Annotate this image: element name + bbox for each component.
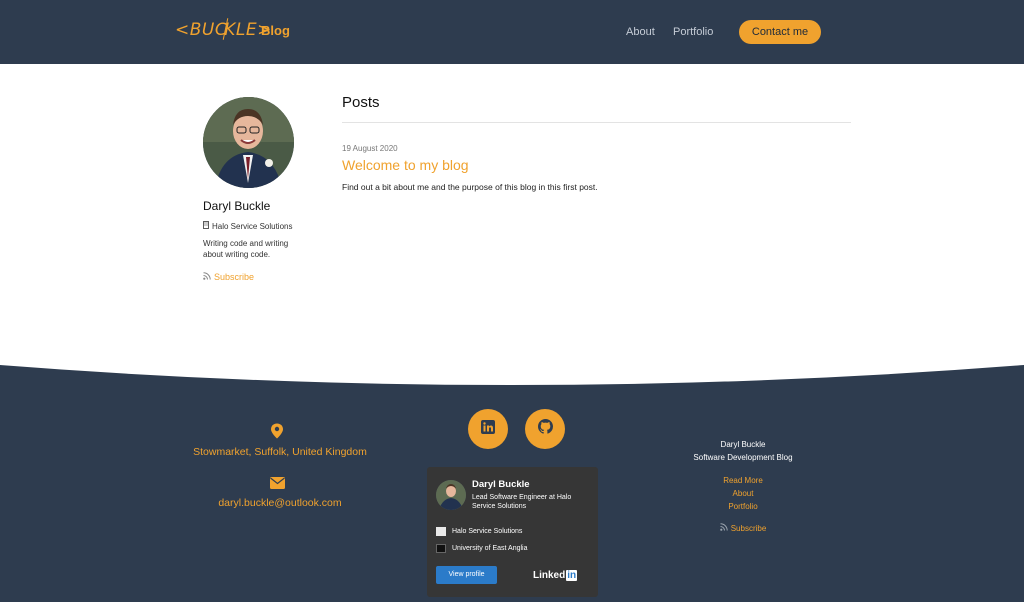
site-logo[interactable]: <BUCKLE> [175,18,272,40]
building-icon [203,221,209,231]
author-company: Halo Service Solutions [203,221,292,231]
posts-heading: Posts [342,94,380,111]
view-profile-button[interactable]: View profile [436,566,497,584]
rss-icon [203,272,211,282]
footer-subscribe-link[interactable]: Subscribe [688,523,798,533]
linkedin-company: Halo Service Solutions [452,528,523,535]
contact-me-button[interactable]: Contact me [739,20,821,44]
footer-read-more-link[interactable]: Read More [688,476,798,485]
nav-portfolio-link[interactable]: Portfolio [673,26,713,38]
company-label: Halo Service Solutions [212,221,293,231]
footer-subscribe-label: Subscribe [730,523,767,533]
linkedin-profile-card: Daryl Buckle Lead Software Engineer at H… [427,467,598,597]
logo-left: <BUC [175,20,228,40]
envelope-icon [270,476,285,494]
linkedin-icon [481,419,495,439]
linkedin-role: Lead Software Engineer at Halo Service S… [472,494,572,510]
brand-blog-link[interactable]: Blog [261,23,290,38]
linkedin-name[interactable]: Daryl Buckle [472,479,530,490]
sidebar-subscribe-link[interactable]: Subscribe [203,272,254,282]
linkedin-logo-text: Linked [533,570,566,581]
post-title-link[interactable]: Welcome to my blog [342,157,469,173]
author-bio: Writing code and writing about writing c… [203,239,289,259]
university-logo-icon [436,544,446,553]
footer-about-link[interactable]: About [688,489,798,498]
author-name: Daryl Buckle [203,199,271,213]
github-social-button[interactable] [525,409,565,449]
linkedin-social-button[interactable] [468,409,508,449]
footer-portfolio-link[interactable]: Portfolio [688,502,798,511]
author-avatar [203,97,294,188]
posts-divider [342,122,851,123]
footer-blog-subtitle: Software Development Blog [693,453,793,462]
linkedin-company-row[interactable]: Halo Service Solutions [436,527,522,536]
post-date: 19 August 2020 [342,144,398,153]
linkedin-education: University of East Anglia [452,545,528,552]
footer-location: Stowmarket, Suffolk, United Kingdom [193,446,367,458]
linkedin-logo: Linked in [533,570,578,581]
rss-icon [719,523,728,533]
nav-about-link[interactable]: About [626,26,655,38]
footer-author-name: Daryl Buckle [720,440,766,449]
linkedin-logo-in: in [566,570,578,581]
linkedin-avatar [436,480,466,510]
top-navbar: <BUCKLE> Blog About Portfolio Contact me [0,0,1024,64]
linkedin-education-row[interactable]: University of East Anglia [436,544,527,553]
post-excerpt: Find out a bit about me and the purpose … [342,182,598,192]
location-pin-icon [270,423,284,444]
subscribe-label: Subscribe [214,272,255,282]
github-icon [537,419,553,439]
company-logo-icon [436,527,446,536]
footer-email-link[interactable]: daryl.buckle@outlook.com [188,497,372,509]
